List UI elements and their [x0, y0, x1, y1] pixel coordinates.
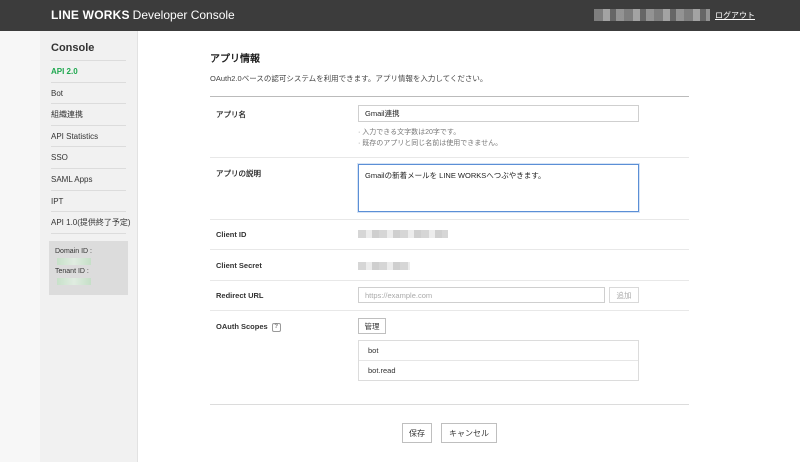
sidebar: Console API 2.0 Bot 組織連携 API Statistics … [40, 31, 138, 462]
app-name-hint-unique: · 既存のアプリと同じ名前は使用できません。 [358, 140, 503, 147]
tenant-id-label: Tenant ID : [55, 268, 89, 275]
logout-link[interactable]: ログアウト [715, 10, 755, 21]
left-gutter [0, 31, 40, 462]
sidebar-item-bot[interactable]: Bot [51, 83, 126, 105]
sidebar-menu: API 2.0 Bot 組織連携 API Statistics SSO SAML… [51, 60, 131, 234]
redirect-url-placeholder: https://example.com [365, 290, 433, 300]
tenant-id-value-redacted [57, 278, 91, 285]
sidebar-title: Console [51, 42, 95, 54]
sidebar-item-api-statistics[interactable]: API Statistics [51, 126, 126, 148]
form-bottom-divider [210, 404, 689, 405]
redirect-url-label: Redirect URL [216, 291, 264, 300]
sidebar-item-sso[interactable]: SSO [51, 147, 126, 169]
page-title: アプリ情報 [210, 54, 260, 65]
app-description-value: Gmailの新着メールを LINE WORKSへつぶやきます。 [365, 171, 546, 180]
domain-id-value-redacted [57, 258, 91, 265]
app-name-value: Gmail連携 [365, 109, 400, 118]
row-divider [210, 249, 689, 250]
oauth-scopes-label: OAuth Scopes? [216, 322, 281, 332]
main-panel: アプリ情報 OAuth2.0ベースの認可システムを利用できます。アプリ情報を入力… [138, 31, 800, 462]
row-divider [210, 280, 689, 281]
sidebar-item-api-1-0[interactable]: API 1.0(提供終了予定) [51, 212, 131, 234]
top-bar: LINE WORKS Developer Console ログアウト [0, 0, 800, 31]
client-id-label: Client ID [216, 230, 247, 239]
row-divider [210, 310, 689, 311]
help-icon[interactable]: ? [271, 322, 281, 332]
app-name-input[interactable]: Gmail連携 [358, 105, 639, 122]
save-button[interactable]: 保存 [402, 423, 432, 443]
scope-list: bot bot.read [358, 340, 639, 381]
client-secret-value-redacted [358, 262, 410, 270]
sidebar-item-ipt[interactable]: IPT [51, 191, 126, 213]
cancel-button[interactable]: キャンセル [441, 423, 497, 443]
add-redirect-url-button[interactable]: 追加 [609, 287, 639, 303]
oauth-scopes-label-text: OAuth Scopes [216, 322, 268, 331]
user-name-redacted [594, 9, 710, 21]
row-divider [210, 157, 689, 158]
brand-logo[interactable]: LINE WORKS Developer Console [51, 8, 235, 22]
app-description-label: アプリの説明 [216, 169, 261, 178]
scope-item-bot: bot [359, 341, 638, 361]
app-name-label: アプリ名 [216, 110, 246, 119]
app-name-hint-length: · 入力できる文字数は20字です。 [358, 129, 461, 136]
sidebar-item-saml-apps[interactable]: SAML Apps [51, 169, 126, 191]
brand-name: LINE WORKS [51, 8, 130, 22]
row-divider [210, 219, 689, 220]
id-info-box: Domain ID : Tenant ID : [49, 241, 128, 295]
header-divider [210, 96, 689, 97]
scope-item-bot-read: bot.read [368, 365, 396, 375]
client-id-value-redacted [358, 230, 448, 238]
manage-scopes-button[interactable]: 管理 [358, 318, 386, 334]
redirect-url-input[interactable]: https://example.com [358, 287, 605, 303]
app-description-textarea[interactable]: Gmailの新着メールを LINE WORKSへつぶやきます。 [358, 164, 639, 212]
client-secret-label: Client Secret [216, 261, 262, 270]
page-description: OAuth2.0ベースの認可システムを利用できます。アプリ情報を入力してください… [210, 74, 488, 83]
sidebar-item-api-2-0[interactable]: API 2.0 [51, 61, 126, 83]
brand-product: Developer Console [132, 8, 235, 22]
sidebar-item-organization-sync[interactable]: 組織連携 [51, 104, 126, 126]
domain-id-label: Domain ID : [55, 248, 92, 255]
